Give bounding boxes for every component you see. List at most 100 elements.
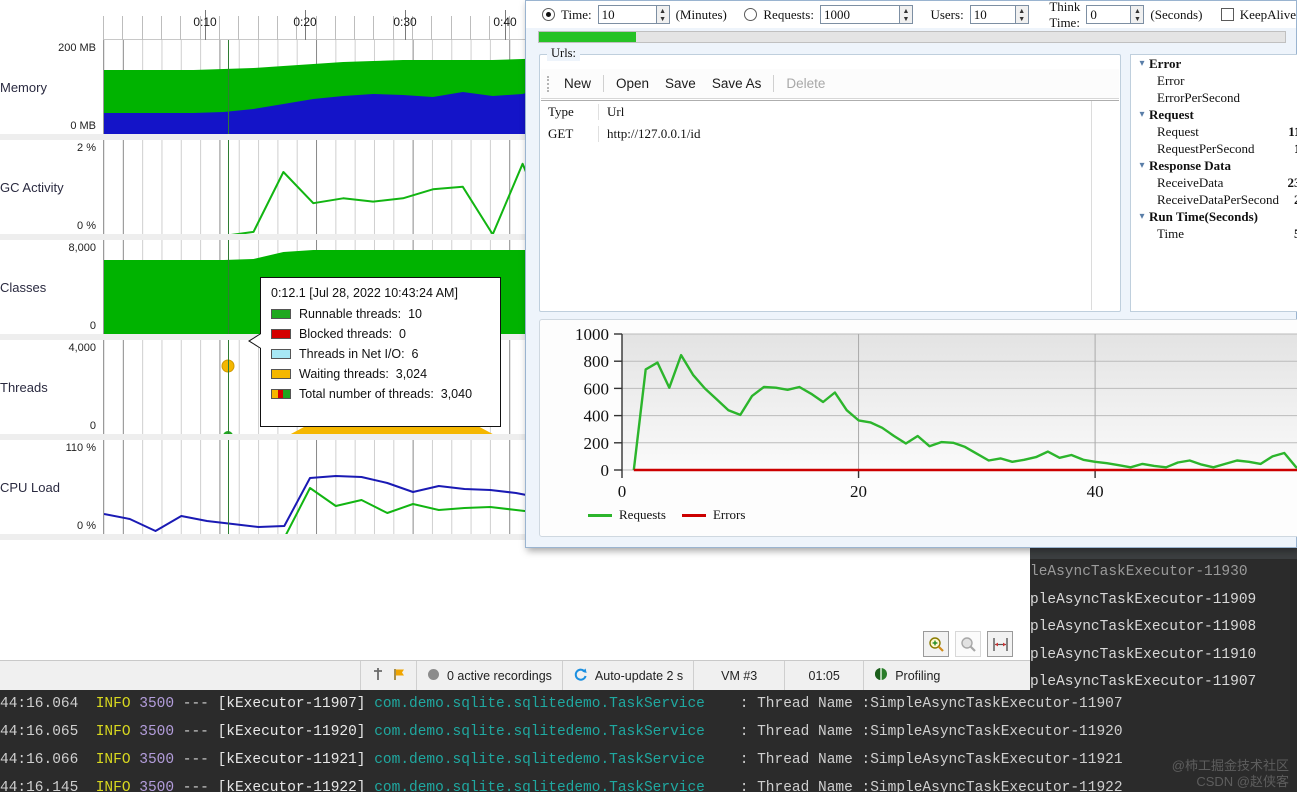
thread-list-item[interactable]: pleAsyncTaskExecutor-11907 [1030,669,1297,690]
status-profiling[interactable]: Profiling [864,661,950,690]
requests-stepper[interactable]: ▲▼ [819,5,913,24]
thread-list-item[interactable]: pleAsyncTaskExecutor-11910 [1030,642,1297,670]
chevron-down-icon[interactable]: ▾ [1135,58,1149,69]
urls-table-column-divider [1091,101,1092,310]
log-message: : Thread Name :SimpleAsyncTaskExecutor-1… [739,752,1123,768]
zoom-in-icon[interactable] [923,631,949,657]
thread-list-item[interactable]: pleAsyncTaskExecutor-11908 [1030,614,1297,642]
status-vm-label: VM #3 [721,668,758,683]
time-input[interactable] [597,5,656,24]
time-tick [160,16,162,40]
users-input[interactable] [969,5,1015,24]
zoom-out-icon[interactable] [955,631,981,657]
tree-group-error[interactable]: ▾ Error [1131,55,1297,72]
urls-table[interactable]: Type Url GET http://127.0.0.1/id [541,100,1119,310]
toolbar-grip-icon[interactable] [547,75,550,92]
tree-group-request[interactable]: ▾ Request [1131,106,1297,123]
delete-button: Delete [786,76,826,91]
tree-group-label: Run Time(Seconds) [1149,208,1258,224]
console-log-line: 44:16.145 INFO 3500 --- [kExecutor-11922… [0,774,1297,792]
log-class: com.demo.sqlite.sqlitedemo.TaskService [374,780,705,792]
time-tick [180,16,182,40]
legend-label-requests: Requests [619,507,666,522]
tooltip-row-label: Threads in Net I/O: 6 [299,347,419,361]
time-stepper-arrows[interactable]: ▲ ▼ [655,5,670,24]
tooltip-rows: Runnable threads: 10 Blocked threads: 0 Th… [271,307,490,401]
lane-axis-min: 0 % [0,520,100,532]
status-tools[interactable] [361,661,416,690]
requests-input[interactable] [819,5,899,24]
tree-item-receivedatapersecond[interactable]: ReceiveDataPerSecond26 [1131,191,1297,208]
chevron-down-icon[interactable]: ▾ [1135,211,1149,222]
log-pid: 3500 [139,752,175,768]
users-stepper-arrows[interactable]: ▲ ▼ [1014,5,1029,24]
jmc-status-bar: 0 active recordings Auto-update 2 s VM #… [0,660,1030,690]
log-level: INFO [95,752,131,768]
mode-time-radio[interactable] [542,8,555,21]
log-separator: --- [182,752,209,768]
statistics-tree[interactable]: ▾ErrorError0ErrorPerSecond0▾RequestReque… [1130,54,1297,312]
time-cursor[interactable] [228,340,229,434]
status-vm: VM #3 [694,661,784,690]
time-cursor[interactable] [228,140,229,234]
time-tick-label: 0:40 [493,15,517,29]
log-timestamp: 44:16.065 [0,724,79,740]
save-as-button[interactable]: Save As [704,74,770,93]
svg-text:40: 40 [1087,482,1104,501]
thread-list-item[interactable]: leAsyncTaskExecutor-11930 [1030,559,1297,587]
dagger-icon[interactable] [371,667,385,684]
think-time-input[interactable] [1086,5,1131,24]
thread-list-item[interactable]: pleAsyncTaskExecutor-11909 [1030,587,1297,615]
time-tick [257,16,259,40]
tree-item-errorpersecond[interactable]: ErrorPerSecond0 [1131,89,1297,106]
tree-group-run-time-seconds-[interactable]: ▾ Run Time(Seconds) [1131,208,1297,225]
time-stepper[interactable]: ▲▼ [597,5,670,24]
fit-width-icon[interactable] [987,631,1013,657]
tree-item-time[interactable]: Time58 [1131,225,1297,242]
time-label: Time: [561,6,592,22]
tree-group-label: Request [1149,106,1194,122]
time-cursor[interactable] [228,40,229,134]
time-cursor[interactable] [228,440,229,534]
chevron-down-icon[interactable]: ▾ [1135,109,1149,120]
column-header-type: Type [548,104,574,119]
status-recordings[interactable]: 0 active recordings [417,661,562,690]
urls-group: Urls: New Open Save Save As Delete Type … [539,46,1121,312]
watermark: @柿工掘金技术社区 CSDN @赵侠客 [1172,758,1289,791]
tree-group-response-data[interactable]: ▾ Response Data [1131,157,1297,174]
lane-axis-min: 0 [0,320,100,332]
thread-name-list-panel[interactable]: leAsyncTaskExecutor-11930 pleAsyncTaskExe… [1030,545,1297,690]
svg-text:600: 600 [584,379,610,398]
tree-item-request[interactable]: Request 119 [1131,123,1297,140]
thread-list-body: leAsyncTaskExecutor-11930 pleAsyncTaskExe… [1030,559,1297,690]
time-cursor[interactable] [228,240,229,334]
chevron-down-icon[interactable]: ▾ [1135,160,1149,171]
table-row[interactable]: GET http://127.0.0.1/id [541,123,1119,145]
log-class: com.demo.sqlite.sqlitedemo.TaskService [374,696,705,712]
tree-group-label: Error [1149,55,1182,71]
mode-requests-radio[interactable] [744,8,758,21]
console-log-line: 44:16.064 INFO 3500 --- [kExecutor-11907… [0,690,1297,718]
load-test-window[interactable]: Time: ▲▼ (Minutes) Requests: ▲▼ Users: ▲… [525,0,1297,548]
console-log-panel[interactable]: 44:16.064 INFO 3500 --- [kExecutor-11907… [0,690,1297,792]
requests-stepper-arrows[interactable]: ▲ ▼ [898,5,913,24]
tree-item-receivedata[interactable]: ReceiveData 239 [1131,174,1297,191]
flag-icon[interactable] [392,667,406,684]
keepalive-label: KeepAlive [1239,6,1297,22]
users-stepper[interactable]: ▲▼ [969,5,1029,24]
status-auto-update[interactable]: Auto-update 2 s [563,661,693,690]
tree-item-requestpersecond[interactable]: RequestPerSecond13 [1131,140,1297,157]
save-button[interactable]: Save [657,74,704,93]
new-button[interactable]: New [556,74,599,93]
time-tick-label: 0:20 [293,15,317,29]
think-time-stepper-arrows[interactable]: ▲ ▼ [1130,5,1145,24]
time-tick [103,16,104,40]
think-time-stepper[interactable]: ▲▼ [1086,5,1145,24]
time-tick [431,16,433,40]
open-button[interactable]: Open [608,74,657,93]
keepalive-checkbox[interactable] [1220,8,1234,21]
tree-item-error[interactable]: Error0 [1131,72,1297,89]
progress-bar [538,31,1286,43]
svg-text:0: 0 [618,482,627,501]
requests-label: Requests: [763,6,814,22]
